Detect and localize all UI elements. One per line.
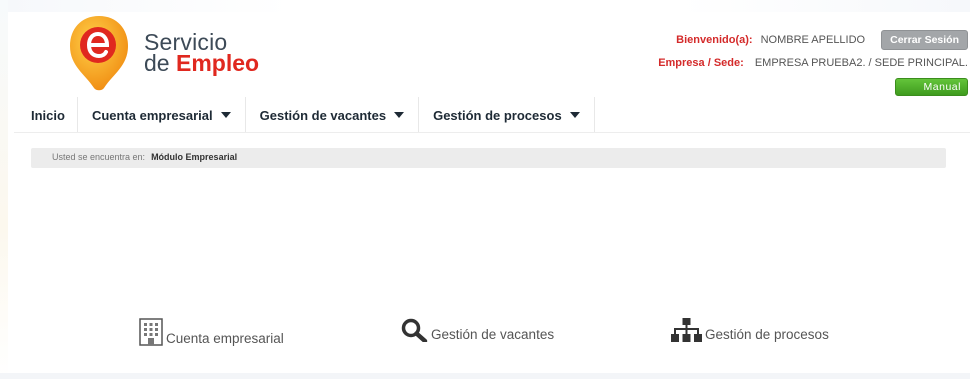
welcome-label: Bienvenido(a): xyxy=(676,34,753,46)
background-strip-top xyxy=(0,0,970,12)
search-icon xyxy=(401,318,428,342)
breadcrumb: Usted se encuentra en: Módulo Empresarial xyxy=(31,148,946,168)
nav-item-cuenta-empresarial[interactable]: Cuenta empresarial xyxy=(78,97,246,133)
module-link-label: Gestión de procesos xyxy=(705,327,829,342)
brand-name: Servicio de Empleo xyxy=(144,31,260,76)
caret-down-icon xyxy=(569,112,580,118)
background-strip-left xyxy=(0,0,8,379)
user-name: NOMBRE APELLIDO xyxy=(760,34,866,46)
module-link-gestion-vacantes[interactable]: Gestión de vacantes xyxy=(401,318,554,342)
nav-item-gestion-procesos[interactable]: Gestión de procesos xyxy=(419,97,595,133)
breadcrumb-prefix: Usted se encuentra en: xyxy=(52,152,146,162)
module-link-label: Gestión de vacantes xyxy=(431,327,555,342)
breadcrumb-current: Módulo Empresarial xyxy=(151,152,238,162)
module-link-cuenta-empresarial[interactable]: Cuenta empresarial xyxy=(139,318,284,346)
nav-item-label: Gestión de procesos xyxy=(433,107,562,123)
nav-item-gestion-vacantes[interactable]: Gestión de vacantes xyxy=(246,97,420,133)
company-label: Empresa / Sede: xyxy=(658,57,744,69)
company-value: EMPRESA PRUEBA2. / SEDE PRINCIPAL. xyxy=(754,57,968,69)
main-nav: Inicio Cuenta empresarial Gestión de vac… xyxy=(24,97,595,133)
building-icon xyxy=(139,318,163,346)
brand-line-2-prefix: de xyxy=(144,50,176,76)
brand-line-2-highlight: Empleo xyxy=(175,50,260,76)
nav-divider xyxy=(14,132,970,133)
nav-item-inicio[interactable]: Inicio xyxy=(24,97,78,133)
caret-down-icon xyxy=(220,112,231,118)
brand-line-2: de Empleo xyxy=(144,50,260,76)
welcome-row: Bienvenido(a): NOMBRE APELLIDO Cerrar Se… xyxy=(676,30,968,50)
nav-item-label: Inicio xyxy=(31,107,65,123)
caret-down-icon xyxy=(394,112,405,118)
background-strip-bottom xyxy=(0,373,970,379)
manual-button[interactable]: Manual xyxy=(895,78,968,96)
nav-item-label: Gestión de vacantes xyxy=(259,107,387,123)
logout-button[interactable]: Cerrar Sesión xyxy=(881,30,968,50)
module-link-label: Cuenta empresarial xyxy=(166,331,284,346)
servicio-empleo-logo-icon[interactable] xyxy=(68,14,130,92)
company-row: Empresa / Sede: EMPRESA PRUEBA2. / SEDE … xyxy=(658,57,968,69)
nav-item-label: Cuenta empresarial xyxy=(91,107,213,123)
page: Servicio de Empleo Bienvenido(a): NOMBRE… xyxy=(0,0,970,379)
org-chart-icon xyxy=(671,318,702,342)
module-link-gestion-procesos[interactable]: Gestión de procesos xyxy=(671,318,829,342)
